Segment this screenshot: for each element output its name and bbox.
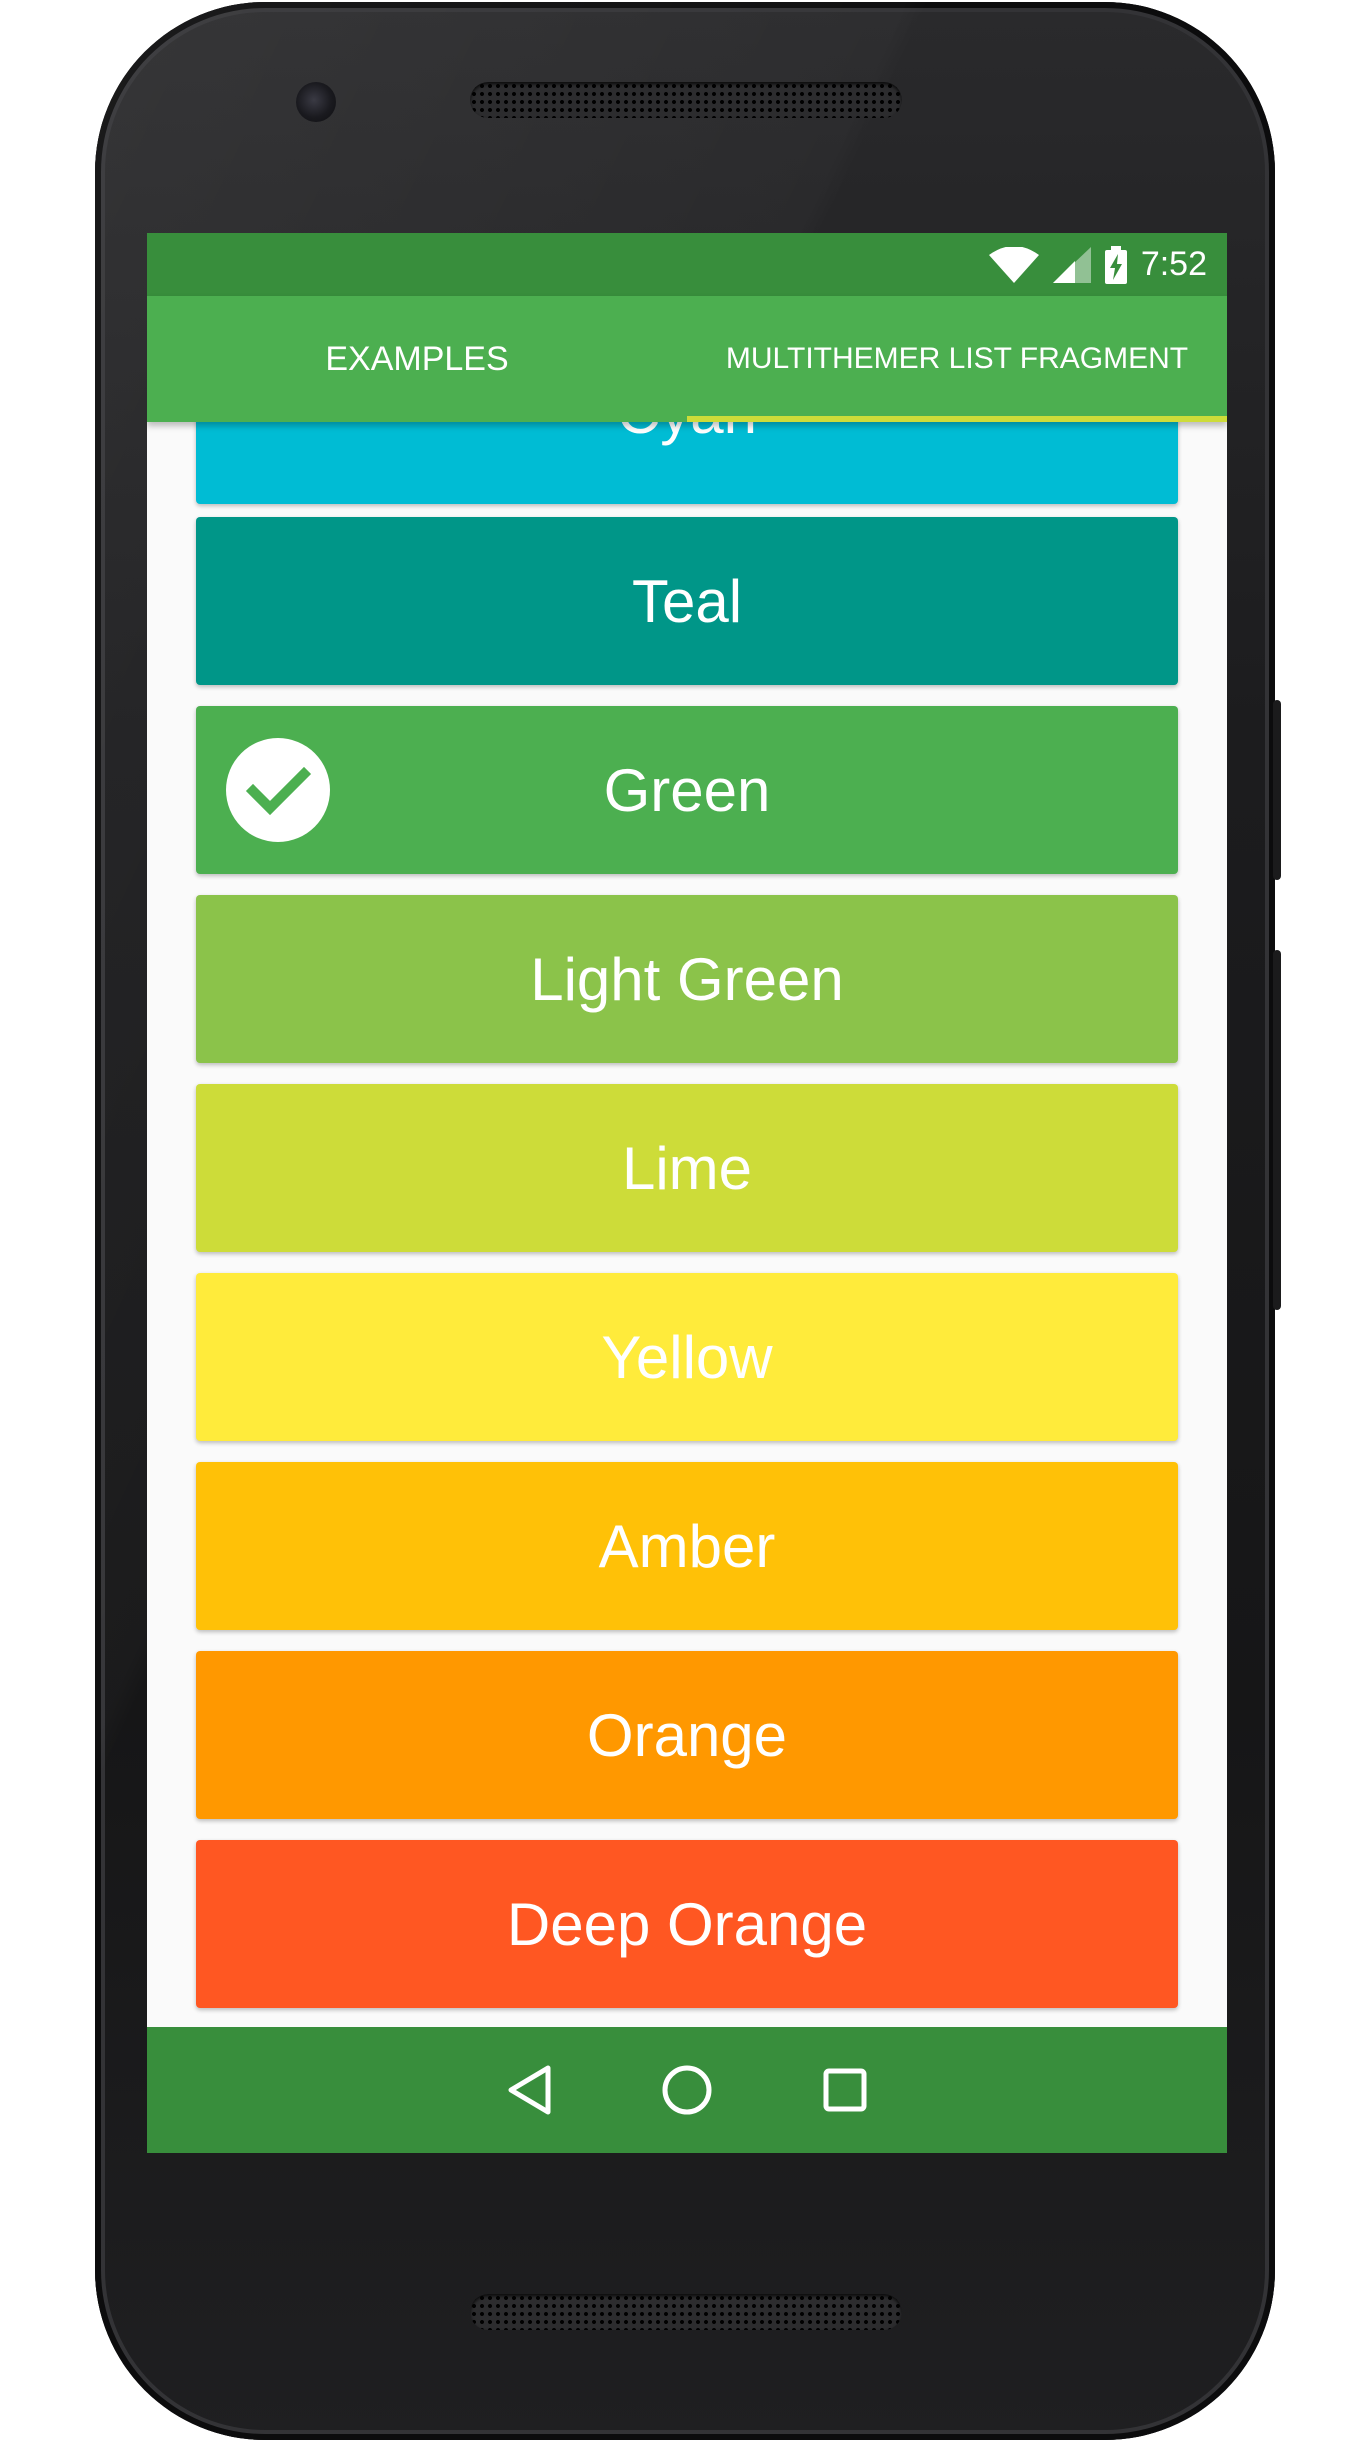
color-item-light-green[interactable]: Light Green (196, 895, 1178, 1063)
color-item-amber[interactable]: Amber (196, 1462, 1178, 1630)
color-item-label: Teal (631, 567, 743, 635)
tab-multithemer-list-fragment[interactable]: MULTITHEMER LIST FRAGMENT (687, 296, 1227, 422)
tab-examples[interactable]: EXAMPLES (147, 296, 687, 422)
battery-charging-icon (1104, 245, 1127, 284)
color-item-label: Cyan (617, 422, 757, 447)
bottom-speaker-grille (470, 2294, 902, 2330)
color-item-label: Lime (621, 1134, 753, 1202)
front-camera (296, 82, 336, 122)
color-item-teal[interactable]: Teal (196, 517, 1178, 685)
wifi-icon (988, 246, 1039, 283)
screen: 7:52 EXAMPLES MULTITHEMER LIST FRAGMENT … (147, 233, 1227, 2153)
color-item-yellow[interactable]: Yellow (196, 1273, 1178, 1441)
color-item-green[interactable]: Green (196, 706, 1178, 874)
tab-multithemer-label: MULTITHEMER LIST FRAGMENT (725, 342, 1189, 375)
color-item-orange[interactable]: Orange (196, 1651, 1178, 1819)
cell-signal-icon (1052, 246, 1091, 283)
app-bar: EXAMPLES MULTITHEMER LIST FRAGMENT (147, 296, 1227, 422)
home-icon (662, 2065, 712, 2115)
volume-button (1273, 950, 1281, 1310)
color-item-label: Green (603, 756, 771, 824)
status-bar: 7:52 (147, 233, 1227, 296)
status-time: 7:52 (1140, 245, 1207, 283)
status-icons: 7:52 (988, 233, 1207, 296)
back-button[interactable] (489, 2050, 569, 2130)
color-item-label: Orange (586, 1701, 788, 1769)
back-icon (508, 2065, 551, 2115)
recents-icon (823, 2068, 867, 2112)
recents-button[interactable] (805, 2050, 885, 2130)
tab-indicator (687, 416, 1227, 422)
color-item-label: Light Green (530, 945, 844, 1013)
color-list: Cyan Teal Green Light Green Lime Yellow … (147, 422, 1227, 2027)
color-item-label: Yellow (601, 1323, 773, 1391)
navigation-bar (147, 2027, 1227, 2153)
color-item-deep-orange[interactable]: Deep Orange (196, 1840, 1178, 2008)
color-item-label: Deep Orange (506, 1890, 868, 1958)
tab-examples-label: EXAMPLES (325, 339, 509, 378)
color-item-label: Amber (598, 1512, 776, 1580)
color-item-cyan[interactable]: Cyan (196, 422, 1178, 504)
home-button[interactable] (647, 2050, 727, 2130)
color-item-lime[interactable]: Lime (196, 1084, 1178, 1252)
power-button (1273, 700, 1281, 880)
top-speaker-grille (470, 82, 902, 118)
check-circle-icon (226, 738, 330, 842)
